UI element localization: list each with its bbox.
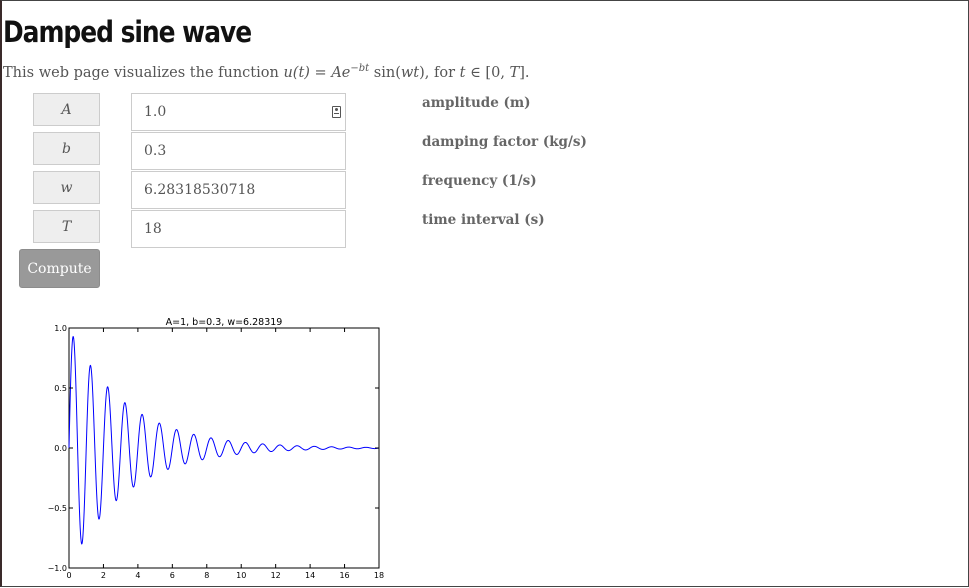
x-tick-label: 10 [236, 571, 246, 580]
intro-text: This web page visualizes the function u(… [3, 63, 530, 81]
label-damping: b [33, 132, 100, 165]
damping-description: damping factor (kg/s) [422, 134, 587, 150]
x-tick-label: 16 [339, 571, 349, 580]
y-tick-label: 1.0 [54, 324, 67, 333]
x-tick-label: 8 [204, 571, 209, 580]
intro-for: for [429, 65, 460, 81]
domain-formula: t ∈ [0, T]. [460, 65, 530, 81]
label-time-interval: T [33, 210, 100, 243]
formula: u(t) = Ae−bt sin(wt), [283, 63, 430, 81]
formula-lhs: u(t) [283, 65, 310, 81]
domain-in: ∈ [0, [465, 65, 510, 81]
amplitude-input[interactable]: 1.0 [131, 93, 346, 131]
time-interval-input[interactable]: 18 [131, 210, 346, 248]
formula-exponent: −bt [350, 63, 370, 74]
formula-eq: = [309, 65, 332, 81]
y-tick-label: −0.5 [48, 504, 67, 513]
x-tick-label: 2 [101, 571, 106, 580]
intro-prefix: This web page visualizes the function [3, 65, 284, 81]
x-tick-label: 18 [374, 571, 384, 580]
compute-button[interactable]: Compute [19, 249, 100, 288]
frequency-value: 6.28318530718 [144, 182, 256, 198]
x-tick-label: 4 [135, 571, 140, 580]
damping-input[interactable]: 0.3 [131, 132, 346, 170]
chart-title: A=1, b=0.3, w=6.28319 [166, 317, 283, 328]
domain-end: ]. [519, 65, 530, 81]
x-tick-label: 6 [170, 571, 175, 580]
formula-close: ), [419, 65, 430, 81]
formula-wt: wt [400, 65, 420, 81]
frequency-input[interactable]: 6.28318530718 [131, 171, 346, 209]
amplitude-description: amplitude (m) [422, 95, 531, 111]
y-tick-label: 0.0 [54, 444, 67, 453]
time-interval-value: 18 [144, 221, 162, 237]
time-interval-description: time interval (s) [422, 212, 545, 228]
x-tick-label: 12 [271, 571, 281, 580]
damped-sine-plot: A=1, b=0.3, w=6.28319 0 2 4 6 8 10 12 14 16 18 1.… [48, 317, 385, 580]
amplitude-value: 1.0 [144, 104, 167, 120]
label-frequency: w [33, 171, 100, 204]
y-tick-label: 0.5 [54, 384, 67, 393]
damping-value: 0.3 [144, 143, 167, 159]
contact-card-icon[interactable] [332, 106, 341, 118]
x-tick-label: 14 [305, 571, 315, 580]
formula-amp: Ae [331, 65, 351, 81]
y-tick-label: −1.0 [48, 564, 67, 573]
page-title: Damped sine wave [3, 15, 252, 49]
frequency-description: frequency (1/s) [422, 173, 537, 189]
label-amplitude: A [33, 93, 100, 126]
x-tick-label: 0 [66, 571, 71, 580]
domain-T: T [509, 65, 520, 81]
formula-sin: sin( [369, 65, 401, 81]
